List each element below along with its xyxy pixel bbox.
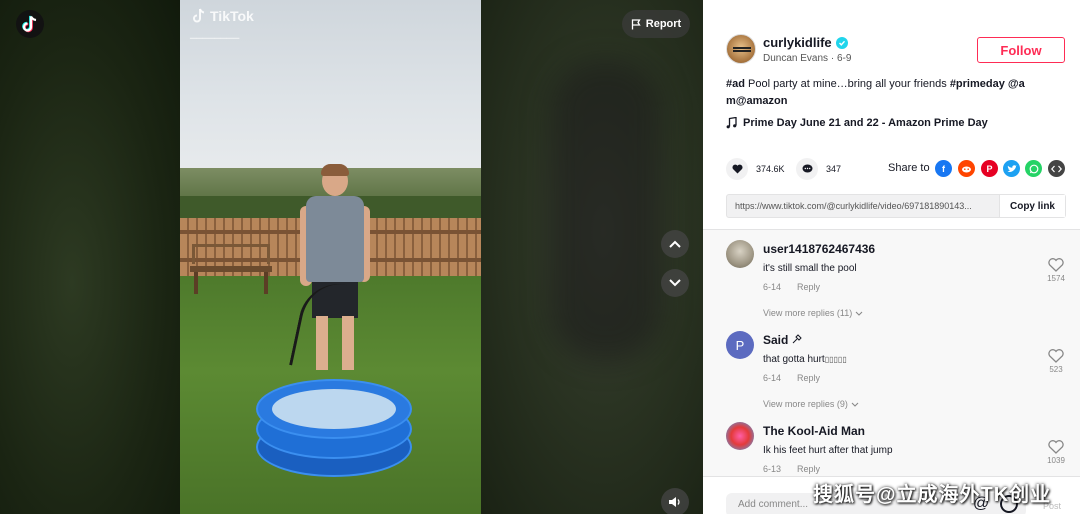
- comment-like-count: 1574: [1047, 274, 1065, 283]
- comment-text: Ik his feet hurt after that jump: [763, 445, 893, 456]
- comment-count: 347: [826, 164, 842, 174]
- video-watermark: TikTok: [192, 8, 254, 24]
- like-count: 374.6K: [756, 164, 785, 174]
- blurred-background-left: [0, 0, 180, 514]
- video-watermark-handle: ▁▁▁▁▁▁▁▁: [190, 30, 240, 39]
- comment-like-heart-icon[interactable]: [1048, 440, 1064, 454]
- comment-date: 6-14: [763, 282, 782, 292]
- broom-emoji-icon: [792, 334, 802, 344]
- comment-text: that gotta hurt▯▯▯▯▯: [763, 354, 847, 365]
- site-watermark: 搜狐号@立成海外TK创业: [813, 484, 1052, 506]
- author-username-text: curlykidlife: [763, 35, 832, 50]
- music-link[interactable]: Prime Day June 21 and 22 - Amazon Prime …: [726, 117, 988, 129]
- report-label: Report: [645, 18, 682, 30]
- comments-list[interactable]: user1418762467436 it's still small the p…: [703, 230, 1080, 476]
- comment-text-body: that gotta hurt: [763, 354, 825, 365]
- facebook-icon[interactable]: f: [935, 160, 952, 177]
- video-player[interactable]: TikTok ▁▁▁▁▁▁▁▁: [180, 0, 481, 514]
- commenter-avatar[interactable]: [726, 240, 754, 268]
- video-link-box: https://www.tiktok.com/@curlykidlife/vid…: [726, 194, 1066, 218]
- tiktok-logo-icon[interactable]: [16, 10, 44, 38]
- comment-stat[interactable]: 347: [796, 158, 841, 180]
- caption-mention-a[interactable]: @a: [1008, 78, 1025, 90]
- chevron-down-icon: [851, 402, 859, 407]
- caption-text: Pool party at mine…bring all your friend…: [748, 78, 947, 90]
- video-watermark-brand: TikTok: [210, 8, 254, 24]
- music-note-icon: [726, 117, 737, 129]
- author-avatar[interactable]: [726, 34, 756, 64]
- heart-icon[interactable]: [726, 158, 748, 180]
- commenter-avatar[interactable]: [726, 422, 754, 450]
- reddit-icon[interactable]: [958, 160, 975, 177]
- video-stage: TikTok ▁▁▁▁▁▁▁▁ Report: [0, 0, 703, 514]
- author-subline: Duncan Evans · 6-9: [763, 53, 852, 64]
- speaker-icon: [669, 497, 680, 507]
- commenter-name[interactable]: The Kool-Aid Man: [763, 424, 865, 438]
- comment-like-heart-icon[interactable]: [1048, 258, 1064, 272]
- post-date: 6-9: [836, 53, 852, 64]
- reply-button[interactable]: Reply: [797, 373, 820, 383]
- volume-button[interactable]: [661, 488, 689, 514]
- comment-date: 6-13: [763, 464, 782, 474]
- emoji-glyph-icons: ▯▯▯▯▯: [824, 355, 847, 364]
- comment-bubble-icon[interactable]: [796, 158, 818, 180]
- caption-ad-tag[interactable]: #ad: [726, 78, 745, 90]
- report-button[interactable]: Report: [622, 10, 690, 38]
- video-paddling-pool: [256, 373, 412, 477]
- twitter-icon[interactable]: [1003, 160, 1020, 177]
- chevron-down-icon: [669, 279, 681, 287]
- video-link-url[interactable]: https://www.tiktok.com/@curlykidlife/vid…: [727, 195, 999, 217]
- caption-hashtag[interactable]: #primeday: [950, 78, 1005, 90]
- reply-button[interactable]: Reply: [797, 282, 820, 292]
- follow-button[interactable]: Follow: [977, 37, 1065, 63]
- pinterest-icon[interactable]: P: [981, 160, 998, 177]
- comment-date: 6-14: [763, 373, 782, 383]
- music-title: Prime Day June 21 and 22 - Amazon Prime …: [743, 117, 988, 129]
- chevron-up-icon: [669, 240, 681, 248]
- author-username[interactable]: curlykidlife: [763, 35, 848, 50]
- share-label: Share to: [888, 162, 930, 174]
- view-more-replies-label: View more replies (9): [763, 399, 848, 409]
- video-info-panel: curlykidlife Duncan Evans · 6-9 Follow #…: [703, 0, 1080, 514]
- caption-mention-amazon[interactable]: m@amazon: [726, 95, 787, 107]
- comment-like-count: 1039: [1047, 456, 1065, 465]
- video-caption: #ad Pool party at mine…bring all your fr…: [726, 76, 1036, 110]
- view-more-replies-button[interactable]: View more replies (9): [763, 399, 859, 409]
- video-sky: [180, 0, 481, 176]
- previous-video-button[interactable]: [661, 230, 689, 258]
- comment-like-heart-icon[interactable]: [1048, 349, 1064, 363]
- commenter-name-text: Said: [763, 333, 789, 347]
- comment-like-count: 523: [1049, 365, 1063, 374]
- flag-icon: [631, 18, 641, 29]
- video-bench: [190, 244, 272, 296]
- whatsapp-icon[interactable]: [1025, 160, 1042, 177]
- commenter-name[interactable]: user1418762467436: [763, 242, 875, 256]
- commenter-avatar[interactable]: P: [726, 331, 754, 359]
- tiktok-note-icon: [193, 8, 205, 23]
- commenter-name[interactable]: Said: [763, 333, 802, 347]
- comment-text: it's still small the pool: [763, 263, 857, 274]
- author-display-name: Duncan Evans: [763, 53, 829, 64]
- embed-icon[interactable]: [1048, 160, 1065, 177]
- chevron-down-icon: [855, 311, 863, 316]
- view-more-replies-button[interactable]: View more replies (11): [763, 308, 863, 318]
- reply-button[interactable]: Reply: [797, 464, 820, 474]
- copy-link-button[interactable]: Copy link: [999, 195, 1065, 217]
- view-more-replies-label: View more replies (11): [763, 308, 853, 318]
- verified-badge-icon: [835, 36, 848, 49]
- like-stat[interactable]: 374.6K: [726, 158, 785, 180]
- next-video-button[interactable]: [661, 269, 689, 297]
